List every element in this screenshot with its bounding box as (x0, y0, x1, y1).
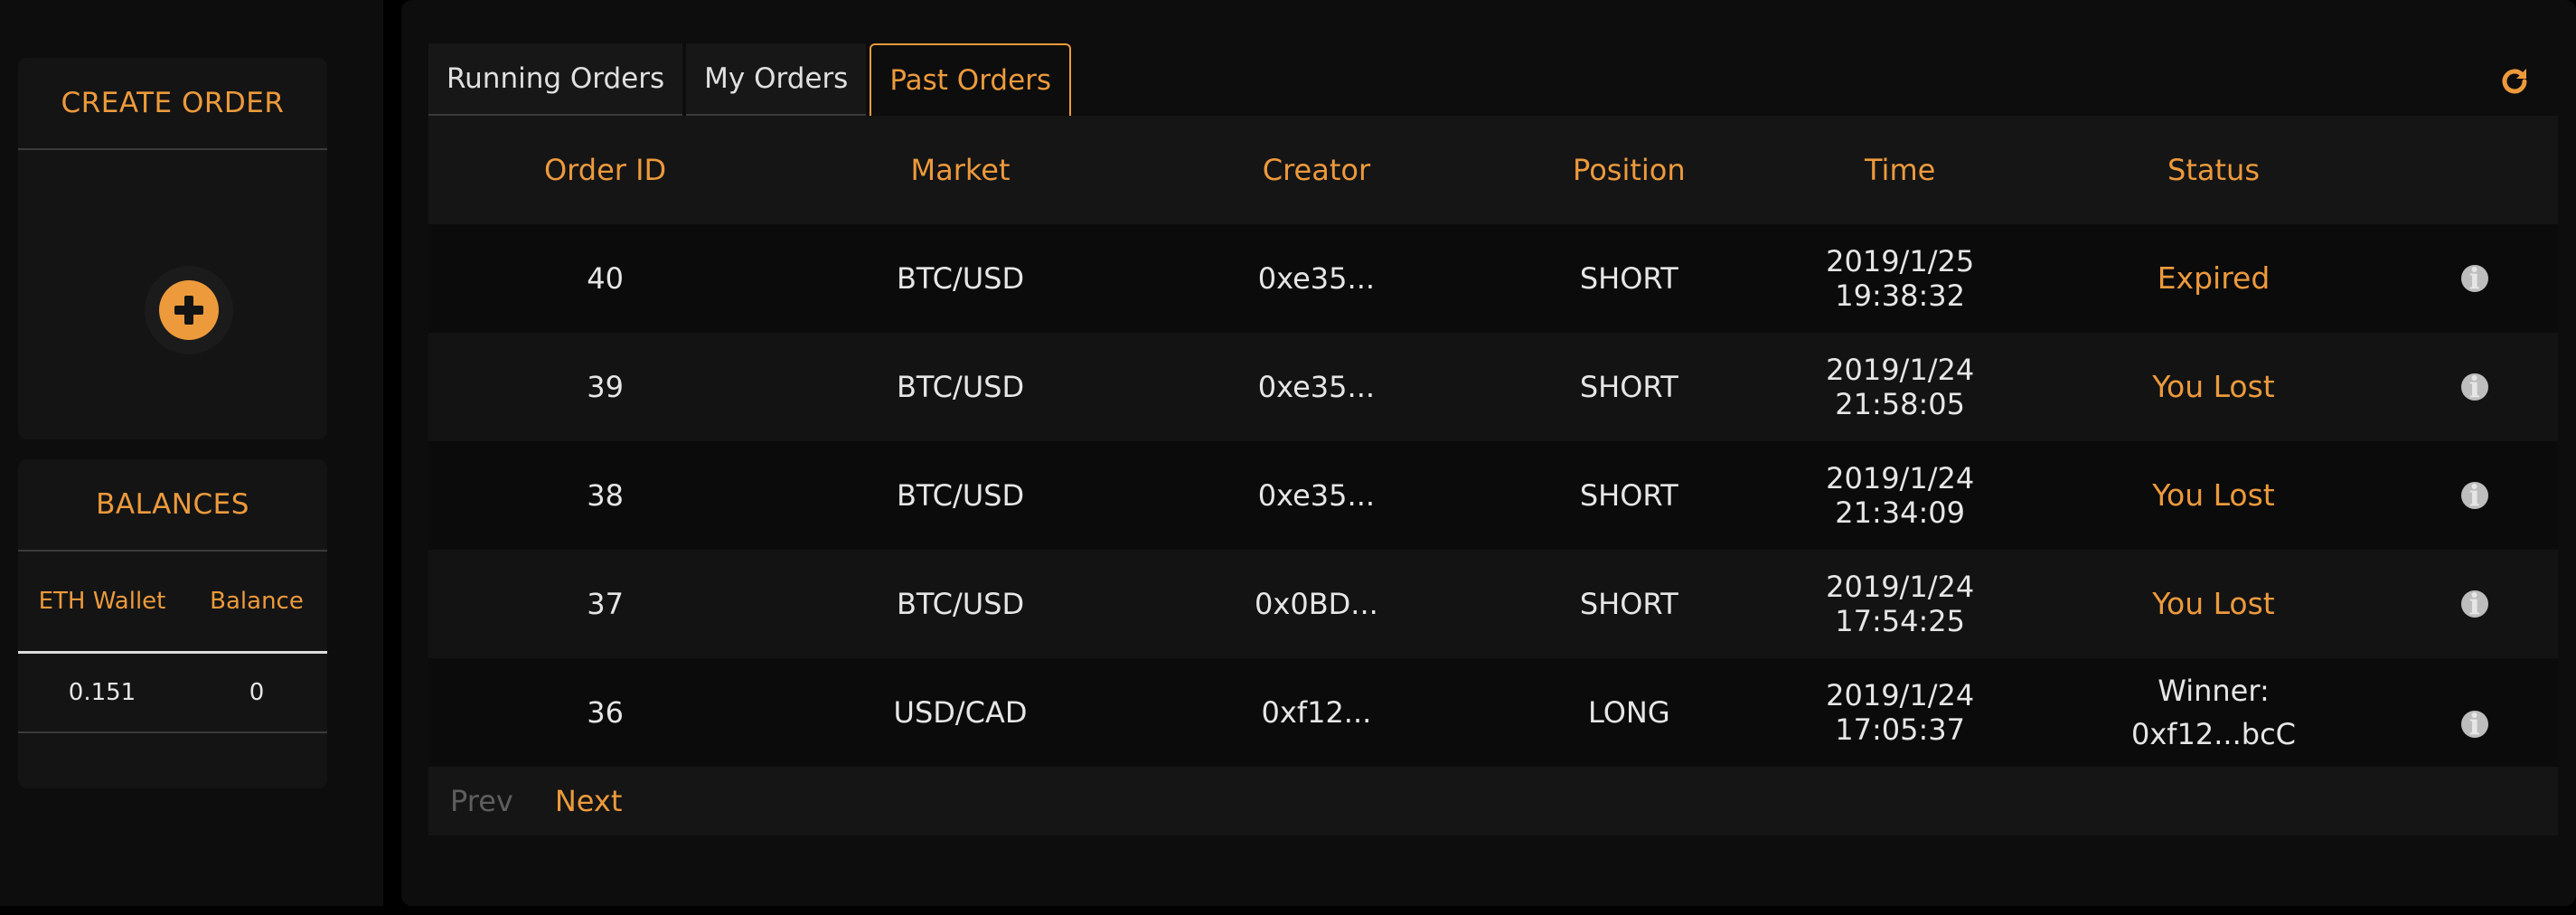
cell-creator: 0xe35... (1257, 478, 1376, 513)
cell-order-id: 40 (587, 261, 624, 296)
balances-title: BALANCES (18, 459, 327, 552)
pagination: Prev Next (428, 767, 2558, 835)
balances-panel: BALANCES ETH Wallet Balance 0.151 0 (18, 459, 327, 788)
cell-status: Expired (2157, 260, 2270, 296)
tab-my-orders[interactable]: My Orders (686, 43, 867, 116)
cell-creator: 0xe35... (1257, 370, 1376, 404)
info-icon[interactable]: i (2460, 370, 2488, 404)
cell-status: You Lost (2152, 369, 2275, 404)
cell-market: BTC/USD (896, 587, 1025, 621)
balance-value: 0 (249, 679, 265, 706)
table-row: 39 BTC/USD 0xe35... SHORT 2019/1/24 21:5… (428, 333, 2558, 441)
cell-time: 2019/1/24 17:05:37 (1826, 678, 1975, 747)
cell-status: You Lost (2152, 477, 2275, 513)
balance-header: Balance (210, 588, 304, 615)
header-status: Status (2167, 153, 2260, 187)
header-position: Position (1573, 153, 1686, 187)
next-button[interactable]: Next (555, 784, 623, 818)
cell-status: You Lost (2152, 586, 2275, 621)
header-time: Time (1864, 153, 1936, 187)
header-market: Market (910, 153, 1011, 187)
table-row: 37 BTC/USD 0x0BD... SHORT 2019/1/24 17:5… (428, 550, 2558, 658)
cell-order-id: 37 (587, 587, 624, 621)
orders-tabs: Running Orders My Orders Past Orders (428, 43, 1075, 116)
status-winner-label: Winner: (2158, 674, 2270, 708)
sidebar: CREATE ORDER BALANCES ETH Wallet Balance… (0, 0, 383, 906)
cell-market: USD/CAD (893, 695, 1028, 730)
table-row: 40 BTC/USD 0xe35... SHORT 2019/1/25 19:3… (428, 224, 2558, 333)
eth-wallet-value: 0.151 (68, 679, 136, 706)
cell-order-id: 38 (587, 478, 624, 513)
cell-creator: 0xe35... (1257, 261, 1376, 296)
header-order-id: Order ID (543, 153, 667, 187)
cell-time: 2019/1/24 21:58:05 (1826, 353, 1975, 421)
table-row: 36 USD/CAD 0xf12... LONG 2019/1/24 17:05… (428, 658, 2558, 767)
cell-market: BTC/USD (896, 261, 1025, 296)
info-icon[interactable]: i (2460, 478, 2488, 513)
create-order-button[interactable] (145, 266, 233, 354)
cell-position: SHORT (1579, 478, 1678, 513)
cell-creator: 0xf12... (1261, 695, 1372, 730)
header-creator: Creator (1262, 153, 1371, 187)
cell-time: 2019/1/25 19:38:32 (1826, 244, 1975, 313)
eth-wallet-header: ETH Wallet (38, 588, 166, 615)
cell-status: Winner: 0xf12...bcC (2036, 669, 2392, 756)
cell-order-id: 36 (587, 695, 624, 730)
table-header: Order ID Market Creator Position Time St… (428, 116, 2558, 224)
refresh-icon[interactable] (2498, 65, 2531, 98)
orders-panel: Running Orders My Orders Past Orders Ord… (401, 0, 2576, 906)
balances-header-row: ETH Wallet Balance (18, 552, 327, 654)
cell-time: 2019/1/24 17:54:25 (1826, 570, 1975, 638)
cell-position: SHORT (1579, 370, 1678, 404)
cell-position: SHORT (1579, 587, 1678, 621)
cell-order-id: 39 (587, 370, 624, 404)
orders-table: Order ID Market Creator Position Time St… (428, 116, 2558, 835)
tab-running-orders[interactable]: Running Orders (428, 43, 683, 116)
plus-circle-icon (159, 280, 219, 340)
cell-market: BTC/USD (896, 370, 1025, 404)
create-order-panel: CREATE ORDER (18, 58, 327, 439)
cell-time: 2019/1/24 21:34:09 (1826, 461, 1975, 530)
table-row: 38 BTC/USD 0xe35... SHORT 2019/1/24 21:3… (428, 441, 2558, 550)
tab-past-orders[interactable]: Past Orders (870, 43, 1072, 116)
cell-position: LONG (1588, 695, 1670, 730)
status-winner-address: 0xf12...bcC (2130, 717, 2297, 751)
balances-value-row: 0.151 0 (18, 654, 327, 733)
cell-market: BTC/USD (896, 478, 1025, 513)
cell-position: SHORT (1579, 261, 1678, 296)
prev-button[interactable]: Prev (450, 784, 513, 818)
cell-creator: 0x0BD... (1255, 587, 1378, 621)
create-order-title: CREATE ORDER (18, 58, 327, 150)
info-icon[interactable]: i (2460, 707, 2488, 741)
info-icon[interactable]: i (2460, 587, 2488, 621)
info-icon[interactable]: i (2460, 261, 2488, 296)
